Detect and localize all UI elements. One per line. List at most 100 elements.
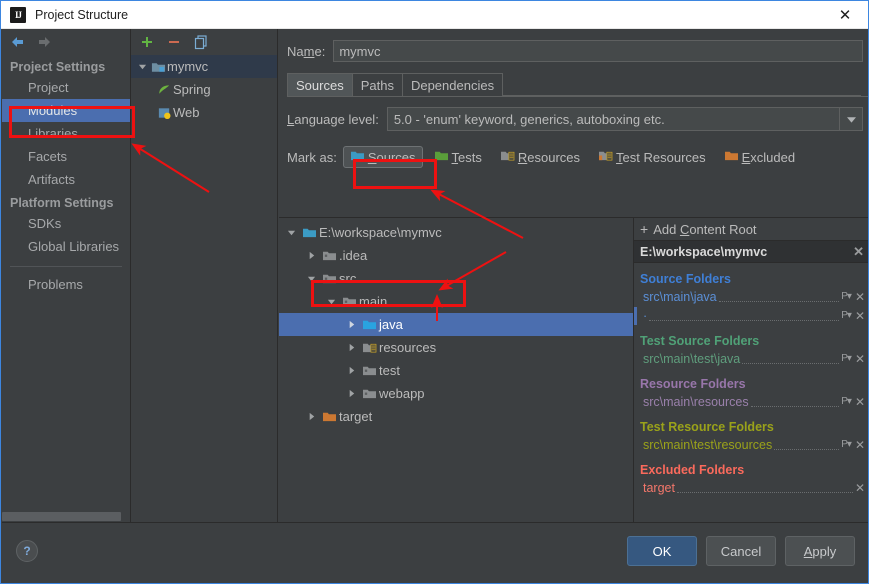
chevron-right-icon[interactable] xyxy=(303,251,319,260)
remove-content-root-icon[interactable]: ✕ xyxy=(853,244,864,260)
add-content-root-label: Add Content Root xyxy=(653,222,756,237)
tab-dependencies[interactable]: Dependencies xyxy=(402,73,503,96)
window-title: Project Structure xyxy=(35,8,128,22)
sidebar-item-facets[interactable]: Facets xyxy=(2,145,130,168)
minus-icon[interactable] xyxy=(166,34,182,50)
arrow-left-icon[interactable] xyxy=(10,35,26,49)
sidebar-item-artifacts[interactable]: Artifacts xyxy=(2,168,130,191)
sidebar-item-sdks[interactable]: SDKs xyxy=(2,212,130,235)
intellij-logo-icon: IJ xyxy=(10,7,26,23)
tree-row-label: webapp xyxy=(379,386,425,401)
source-folder-entry[interactable]: · P▾ ✕ xyxy=(634,306,869,325)
resources-folder-icon xyxy=(500,149,515,165)
module-editor: Name: Sources Paths Dependencies Languag… xyxy=(279,29,869,524)
package-prefix-icon[interactable]: P▾ xyxy=(841,439,851,450)
mark-as-tests-label: Tests xyxy=(452,150,482,165)
package-prefix-icon[interactable]: P▾ xyxy=(841,310,851,321)
chevron-right-icon[interactable] xyxy=(303,412,319,421)
chevron-down-icon[interactable] xyxy=(839,108,862,130)
chevron-right-icon[interactable] xyxy=(343,343,359,352)
remove-folder-icon[interactable]: ✕ xyxy=(855,309,865,323)
help-button[interactable]: ? xyxy=(16,540,38,562)
mark-as-excluded-label: Excluded xyxy=(742,150,795,165)
package-prefix-icon[interactable]: P▾ xyxy=(841,353,851,364)
resource-folder-entry[interactable]: src\main\resources P▾ ✕ xyxy=(634,392,869,411)
entry-actions: ✕ xyxy=(855,481,865,495)
excluded-folder-icon xyxy=(724,149,739,165)
tree-row[interactable]: resources xyxy=(279,336,633,359)
copy-icon[interactable] xyxy=(193,34,209,50)
tab-sources[interactable]: Sources xyxy=(287,73,353,96)
resource-folders-title: Resource Folders xyxy=(634,368,869,392)
chevron-right-icon[interactable] xyxy=(343,389,359,398)
web-facet-icon xyxy=(155,106,173,120)
excluded-folder-entry[interactable]: target ✕ xyxy=(634,478,869,497)
tree-row[interactable]: test xyxy=(279,359,633,382)
test-source-folders-title: Test Source Folders xyxy=(634,325,869,349)
dialog-footer: ? OK Cancel Apply xyxy=(2,522,869,582)
chevron-right-icon[interactable] xyxy=(343,366,359,375)
tree-row[interactable]: webapp xyxy=(279,382,633,405)
tree-row[interactable]: .idea xyxy=(279,244,633,267)
remove-folder-icon[interactable]: ✕ xyxy=(855,352,865,366)
mark-as-resources-label: Resources xyxy=(518,150,580,165)
sources-button-highlight-box xyxy=(353,159,437,189)
language-level-label: Language level: xyxy=(287,112,379,127)
tree-row-java[interactable]: java xyxy=(279,313,633,336)
source-folder-path: src\main\java xyxy=(643,290,717,304)
content-roots-detail-panel: + Add Content Root E:\workspace\mymvc ✕ … xyxy=(634,217,869,524)
remove-folder-icon[interactable]: ✕ xyxy=(855,395,865,409)
tree-row-label: .idea xyxy=(339,248,367,263)
sidebar-horizontal-scrollbar[interactable] xyxy=(2,512,121,521)
dotted-leader xyxy=(774,437,839,450)
module-folder-icon xyxy=(149,60,167,74)
test-resource-folder-entry[interactable]: src\main\test\resources P▾ ✕ xyxy=(634,435,869,454)
test-resource-folder-path: src\main\test\resources xyxy=(643,438,772,452)
sources-split-panes: E:\workspace\mymvc .idea xyxy=(279,217,869,524)
folder-icon xyxy=(359,387,379,400)
package-prefix-icon[interactable]: P▾ xyxy=(841,291,851,302)
ok-button[interactable]: OK xyxy=(627,536,697,566)
settings-sidebar: Project Settings Project Modules Librari… xyxy=(2,29,131,524)
apply-button[interactable]: Apply xyxy=(785,536,855,566)
mark-as-resources-button[interactable]: Resources xyxy=(493,146,587,168)
module-name-row: Name: xyxy=(279,29,869,62)
module-row-web[interactable]: Web xyxy=(131,101,277,124)
tree-row[interactable]: target xyxy=(279,405,633,428)
sidebar-nav-arrows xyxy=(2,29,130,55)
chevron-down-icon[interactable] xyxy=(283,228,299,237)
project-structure-dialog: IJ Project Structure ✕ Project Settings … xyxy=(0,0,869,584)
dotted-leader xyxy=(649,308,839,321)
package-prefix-icon[interactable]: P▾ xyxy=(841,396,851,407)
sidebar-item-global-libraries[interactable]: Global Libraries xyxy=(2,235,130,258)
mark-as-test-resources-button[interactable]: Test Resources xyxy=(591,146,713,168)
sidebar-item-project[interactable]: Project xyxy=(2,76,130,99)
language-level-select[interactable]: 5.0 - 'enum' keyword, generics, autoboxi… xyxy=(387,107,863,131)
remove-folder-icon[interactable]: ✕ xyxy=(855,290,865,304)
language-level-value: 5.0 - 'enum' keyword, generics, autoboxi… xyxy=(388,112,839,127)
source-folder-entry[interactable]: src\main\java P▾ ✕ xyxy=(634,287,869,306)
sidebar-item-problems[interactable]: Problems xyxy=(2,273,130,296)
module-row-mymvc[interactable]: mymvc xyxy=(131,55,277,78)
mark-as-excluded-button[interactable]: Excluded xyxy=(717,146,802,168)
close-window-button[interactable]: ✕ xyxy=(822,1,868,28)
entry-actions: P▾ ✕ xyxy=(841,290,865,304)
chevron-right-icon[interactable] xyxy=(343,320,359,329)
chevron-down-icon[interactable] xyxy=(135,62,149,71)
content-root-header: E:\workspace\mymvc ✕ xyxy=(634,240,869,263)
module-row-spring[interactable]: Spring xyxy=(131,78,277,101)
dotted-leader xyxy=(719,289,840,302)
modules-toolbar xyxy=(131,29,277,55)
module-name-input[interactable] xyxy=(333,40,863,62)
cancel-button[interactable]: Cancel xyxy=(706,536,776,566)
test-source-folder-entry[interactable]: src\main\test\java P▾ ✕ xyxy=(634,349,869,368)
tree-row[interactable]: E:\workspace\mymvc xyxy=(279,221,633,244)
sidebar-divider xyxy=(10,266,122,267)
add-content-root-button[interactable]: + Add Content Root xyxy=(634,218,869,240)
tab-paths[interactable]: Paths xyxy=(352,73,403,96)
source-folder-path: · xyxy=(643,309,647,323)
dotted-leader xyxy=(751,394,840,407)
remove-folder-icon[interactable]: ✕ xyxy=(855,481,865,495)
plus-icon[interactable] xyxy=(139,34,155,50)
remove-folder-icon[interactable]: ✕ xyxy=(855,438,865,452)
